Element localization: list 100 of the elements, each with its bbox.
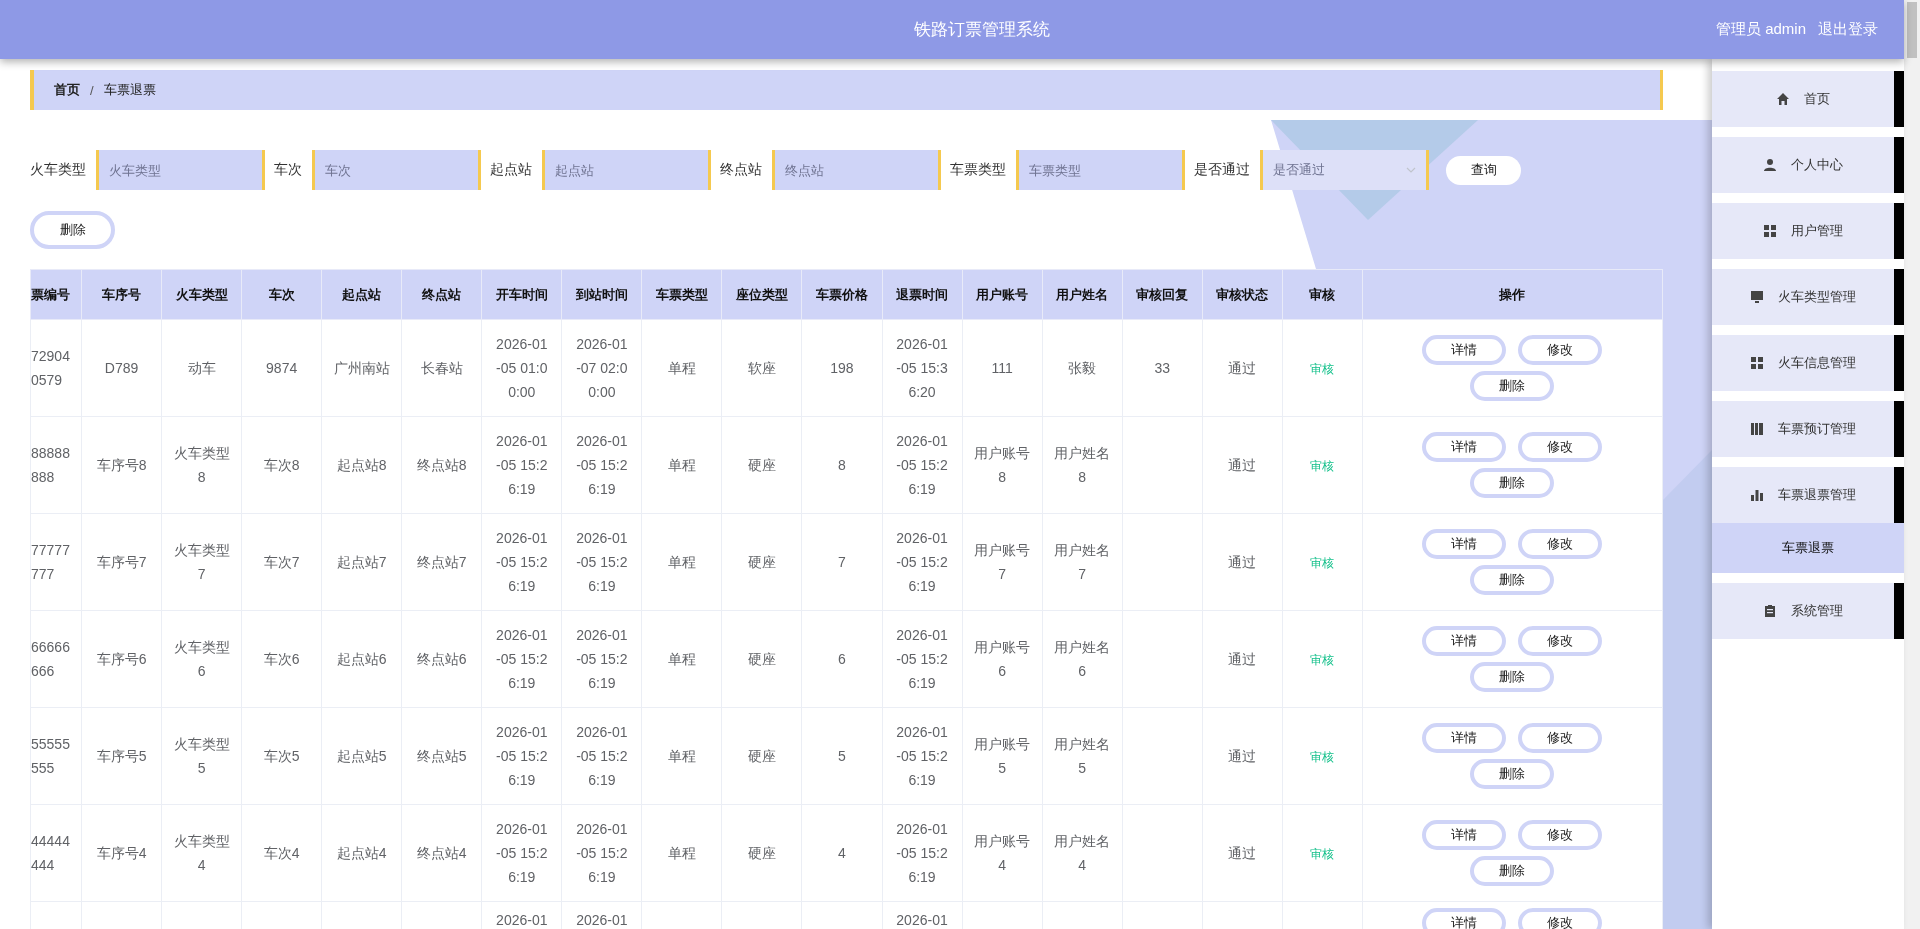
field-label: 是否通过	[1194, 161, 1250, 179]
delete-button[interactable]: 删除	[30, 211, 115, 249]
row-action-button[interactable]: 详情	[1422, 626, 1507, 656]
row-action-button[interactable]: 删除	[1470, 759, 1555, 789]
input-field[interactable]: 车次	[312, 150, 481, 190]
submenu-item[interactable]: 车票退票	[1712, 523, 1904, 573]
row-action-button[interactable]: 删除	[1470, 371, 1555, 401]
row-action-button[interactable]: 详情	[1422, 723, 1507, 753]
table-cell: 火车类型7	[161, 513, 242, 611]
table-cell: 车序号7	[81, 513, 162, 611]
select-field[interactable]: 是否通过	[1260, 150, 1429, 190]
row-action-button[interactable]: 修改	[1518, 820, 1603, 850]
column-header: 车次	[241, 269, 322, 320]
row-action-button[interactable]: 删除	[1470, 565, 1555, 595]
row-action-button[interactable]: 修改	[1518, 529, 1603, 559]
grid-icon	[1750, 356, 1764, 370]
scrollbar[interactable]	[1904, 0, 1920, 929]
table-cell: 火车类型6	[161, 610, 242, 708]
table-cell: 6	[801, 610, 882, 708]
menu-item[interactable]: 车票预订管理	[1712, 401, 1904, 457]
input-field[interactable]: 起点站	[542, 150, 711, 190]
menu-item[interactable]: 车票退票管理	[1712, 467, 1904, 523]
field-label: 车次	[274, 161, 302, 179]
table-cell: D789	[81, 319, 162, 417]
table-cell: 用户姓名8	[1042, 416, 1123, 514]
input-field[interactable]: 车票类型	[1016, 150, 1185, 190]
table-cell: 终点站7	[401, 513, 482, 611]
menu-item[interactable]: 首页	[1712, 71, 1904, 127]
column-header: 座位类型	[721, 269, 802, 320]
table-cell: 用户账号7	[962, 513, 1043, 611]
row-action-button[interactable]: 详情	[1422, 529, 1507, 559]
table-cell: 火车类型8	[161, 416, 242, 514]
person-icon	[1763, 158, 1777, 172]
table-cell: 终点站4	[401, 804, 482, 902]
column-header: 车序号	[81, 269, 162, 320]
breadcrumb-separator: /	[90, 82, 94, 98]
table-cell: 72904 0579	[30, 319, 82, 417]
column-header: 终点站	[401, 269, 482, 320]
table-cell: 用户姓名5	[1042, 707, 1123, 805]
table-cell: 单程	[641, 707, 722, 805]
column-header: 起点站	[321, 269, 402, 320]
menu-item[interactable]: 火车信息管理	[1712, 335, 1904, 391]
field-label: 终点站	[720, 161, 762, 179]
table-cell: 车次4	[241, 804, 322, 902]
input-field[interactable]: 火车类型	[96, 150, 265, 190]
table-cell: 起点站7	[321, 513, 402, 611]
menu-item[interactable]: 用户管理	[1712, 203, 1904, 259]
row-action-button[interactable]: 删除	[1470, 856, 1555, 886]
column-header: 车票价格	[801, 269, 882, 320]
table-cell: 2026-01-05 15:26:19	[481, 513, 562, 611]
clipboard-icon	[1763, 604, 1777, 618]
table-cell: 2026-01-05 15:26:19	[561, 416, 642, 514]
row-action-button[interactable]: 详情	[1422, 908, 1507, 929]
table-cell: 用户姓名6	[1042, 610, 1123, 708]
row-action-button[interactable]: 修改	[1518, 723, 1603, 753]
grid-icon	[1763, 224, 1777, 238]
input-field[interactable]: 终点站	[772, 150, 941, 190]
table-cell: 2026-01-05 15:26:19	[882, 610, 963, 708]
menu-item[interactable]: 火车类型管理	[1712, 269, 1904, 325]
table-cell: 单程	[641, 319, 722, 417]
row-action-button[interactable]: 详情	[1422, 820, 1507, 850]
table-cell: 5	[801, 707, 882, 805]
scrollbar-thumb[interactable]	[1907, 2, 1917, 58]
table-cell: 单程	[641, 610, 722, 708]
table-cell: 车序号5	[81, 707, 162, 805]
table-cell: 2026-01-05 01:00:00	[481, 319, 562, 417]
row-action-button[interactable]: 修改	[1518, 432, 1603, 462]
row-action-button[interactable]: 修改	[1518, 908, 1603, 929]
table-cell: 2026-01-05 15:26:19	[561, 707, 642, 805]
field-label: 火车类型	[30, 161, 86, 179]
table-cell: 55555 555	[30, 707, 82, 805]
row-action-button[interactable]: 详情	[1422, 335, 1507, 365]
table-cell: 硬座	[721, 513, 802, 611]
column-header: 用户姓名	[1042, 269, 1123, 320]
table-cell: 通过	[1202, 416, 1283, 514]
table-cell: 2026-01-05 15:26:19	[882, 804, 963, 902]
table-cell: 广州南站	[321, 319, 402, 417]
row-action-button[interactable]: 删除	[1470, 662, 1555, 692]
breadcrumb-link[interactable]: 首页	[54, 81, 80, 99]
row-action-button[interactable]: 修改	[1518, 335, 1603, 365]
table-cell: 2026-01-05 15:26:19	[481, 707, 562, 805]
table-cell: 终点站6	[401, 610, 482, 708]
column-header: 操作	[1362, 269, 1663, 320]
bar-chart-icon	[1750, 488, 1764, 502]
table-cell: 张毅	[1042, 319, 1123, 417]
table-cell: 硬座	[721, 416, 802, 514]
column-header: 开车时间	[481, 269, 562, 320]
menu-item[interactable]: 个人中心	[1712, 137, 1904, 193]
table-cell: 车序号8	[81, 416, 162, 514]
row-action-button[interactable]: 修改	[1518, 626, 1603, 656]
column-header: 票编号	[30, 269, 82, 320]
app-title: 铁路订票管理系统	[913, 19, 1050, 41]
table-cell: 2026-01-05 15:26:19	[481, 416, 562, 514]
menu-item[interactable]: 系统管理	[1712, 583, 1904, 639]
column-header: 审核回复	[1122, 269, 1203, 320]
table-cell: 单程	[641, 416, 722, 514]
field-label: 起点站	[490, 161, 532, 179]
table-cell: 用户账号6	[962, 610, 1043, 708]
row-action-button[interactable]: 删除	[1470, 468, 1555, 498]
row-action-button[interactable]: 详情	[1422, 432, 1507, 462]
